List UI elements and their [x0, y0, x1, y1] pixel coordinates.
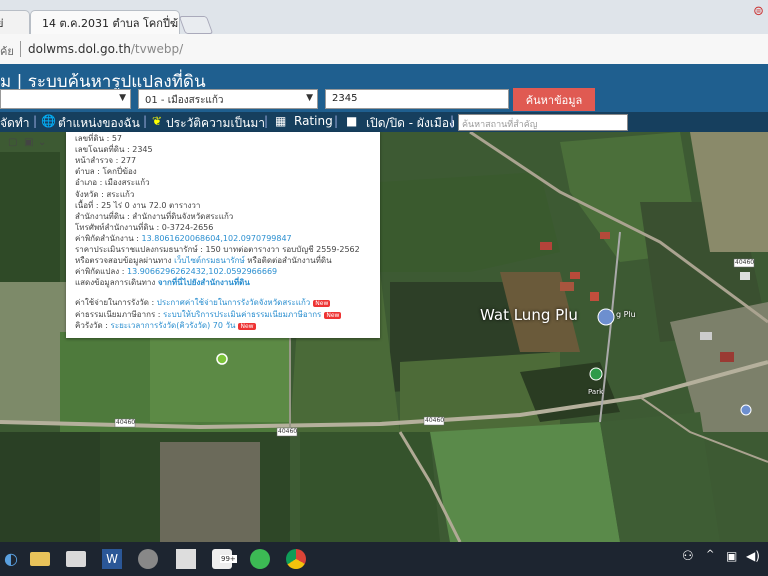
divider: |: [264, 114, 269, 128]
survey-queue-label: คิวรังวัด :: [75, 321, 111, 330]
checkbox-icon[interactable]: ■: [346, 114, 357, 128]
chevron-up-icon[interactable]: ^: [706, 549, 726, 569]
survey-fee-link[interactable]: ประกาศค่าใช้จ่ายในการรังวัดจังหวัดสระแก้…: [157, 298, 311, 307]
measure-icon[interactable]: ▣: [24, 137, 33, 148]
toolbar-item-history[interactable]: ประวัติความเป็นมา: [166, 114, 265, 133]
network-icon[interactable]: ▣: [726, 549, 746, 569]
chart-icon: ▦: [275, 114, 287, 128]
url-field[interactable]: dolwms.dol.go.th/tvwebp/: [28, 42, 183, 56]
tab-label: ย่: [0, 14, 3, 32]
security-label[interactable]: ค้ย: [0, 42, 14, 60]
app-icon-badge[interactable]: 99+: [212, 549, 237, 569]
layer-icon[interactable]: ▢: [8, 137, 17, 148]
tax-fee-link[interactable]: ระบบให้บริการประเมินค่าธรรมเนียมภาษีอากร: [163, 310, 321, 319]
calculator-icon[interactable]: [176, 549, 196, 569]
file-explorer-icon[interactable]: [30, 552, 50, 566]
notification-badge: 99+: [220, 555, 237, 563]
treasury-website-link[interactable]: เว็บไซต์กรมธนารักษ์: [174, 256, 245, 265]
tax-fee-label: ค่าธรรมเนียมภาษีอากร :: [75, 310, 164, 319]
app-icon[interactable]: [138, 549, 158, 569]
parcel-info-popup: เลขที่ดิน : 57 เลขโฉนดที่ดิน : 2345 หน้า…: [66, 132, 380, 338]
line-icon[interactable]: [250, 549, 270, 569]
divider: |: [334, 114, 339, 128]
globe-icon: 🌐: [41, 114, 56, 128]
parcel-coordinate-label: ค่าพิกัดแปลง :: [75, 267, 127, 276]
place-label-partial: g Plu: [616, 310, 636, 319]
people-icon[interactable]: ⚇: [682, 549, 702, 569]
place-label: Wat Lung Plu: [480, 306, 578, 324]
divider: [20, 41, 21, 57]
district-select[interactable]: 01 - เมืองสระแก้ว ▼: [138, 89, 318, 109]
word-icon[interactable]: W: [102, 549, 122, 569]
map-controls: ▢ ▣ ⌄: [0, 136, 60, 150]
survey-queue-value[interactable]: ระยะเวลาการรังวัด(คิวรังวัด) 70 วัน: [111, 321, 236, 330]
divider: |: [450, 114, 455, 128]
office-coordinate-link[interactable]: 13.8061620068604,102.0970799847: [142, 234, 292, 243]
survey-queue-row: คิวรังวัด : ระยะเวลาการรังวัด(คิวรังวัด)…: [75, 319, 256, 332]
divider: |: [33, 114, 38, 128]
url-host: dolwms.dol.go.th: [28, 42, 131, 56]
route-link[interactable]: จากที่นี่ไปยังสำนักงานที่ดิน: [158, 278, 250, 287]
new-badge: New: [313, 300, 331, 307]
route-row: แสดงข้อมูลการเดินทาง จากที่นี่ไปยังสำนัก…: [75, 276, 250, 289]
road-shield-label: 40460: [116, 419, 136, 426]
verify-prefix: หรือตรวจสอบข้อมูลผ่านทาง: [75, 256, 175, 265]
new-tab-button[interactable]: [178, 16, 214, 34]
road-shield-label: 40460: [278, 428, 298, 435]
toolbar-item-city-plan[interactable]: เปิด/ปิด - ผังเมือง: [366, 114, 455, 133]
store-icon[interactable]: [66, 551, 86, 567]
plant-icon: ❦: [152, 114, 163, 128]
place-search-input[interactable]: ค้นหาสถานที่สำคัญ: [458, 114, 628, 131]
address-bar: ค้ย dolwms.dol.go.th/tvwebp/: [0, 34, 768, 65]
windows-taskbar: ◐ W 99+ ⚇ ^ ▣ ◀): [0, 542, 768, 576]
start-icon[interactable]: ◐: [4, 549, 24, 569]
pan-icon[interactable]: ⌄: [38, 137, 46, 148]
district-select-value: 01 - เมืองสระแก้ว: [145, 95, 224, 106]
divider: |: [143, 114, 148, 128]
toolbar-item-rating[interactable]: Rating: [294, 114, 333, 128]
road-shield-label: 40460: [425, 417, 445, 424]
road-shield-label: 40460: [735, 259, 755, 266]
chevron-down-icon: ▼: [306, 93, 313, 103]
volume-icon[interactable]: ◀): [746, 549, 766, 569]
browser-tab-strip: ย่ 14 ต.ค.2031 ตำบล โคกปี่ฆ้อ × ⊜: [0, 0, 768, 34]
tab-label: 14 ต.ค.2031 ตำบล โคกปี่ฆ้อ: [42, 16, 180, 30]
toolbar-item-my-location[interactable]: ตำแหน่งของฉัน: [58, 114, 140, 133]
park-label: Park: [588, 388, 604, 396]
url-path: /tvwebp/: [130, 42, 184, 56]
parcel-coordinate-link[interactable]: 13.9066296262432,102.0592966669: [127, 267, 277, 276]
search-button[interactable]: ค้นหาข้อมูล: [513, 88, 595, 111]
browser-tab[interactable]: ย่: [0, 10, 30, 34]
office-coordinate-label: ค่าพิกัดสำนักงาน :: [75, 234, 142, 243]
route-prefix: แสดงข้อมูลการเดินทาง: [75, 278, 158, 287]
chevron-down-icon: ▼: [119, 93, 126, 103]
map-toolbar: จัดทำ | 🌐 ตำแหน่งของฉัน | ❦ ประวัติความเ…: [0, 112, 768, 132]
verify-suffix: หรือติดต่อสำนักงานที่ดิน: [244, 256, 332, 265]
parcel-number-input[interactable]: 2345: [325, 89, 509, 109]
new-badge: New: [324, 312, 342, 319]
profile-icon[interactable]: ⊜: [753, 4, 764, 19]
new-badge: New: [238, 323, 256, 330]
chrome-icon[interactable]: [286, 549, 306, 569]
survey-fee-label: ค่าใช้จ่ายในการรังวัด :: [75, 298, 157, 307]
toolbar-item-create[interactable]: จัดทำ: [0, 114, 29, 133]
browser-tab-active[interactable]: 14 ต.ค.2031 ตำบล โคกปี่ฆ้อ ×: [30, 10, 180, 34]
province-select[interactable]: ▼: [0, 89, 131, 109]
